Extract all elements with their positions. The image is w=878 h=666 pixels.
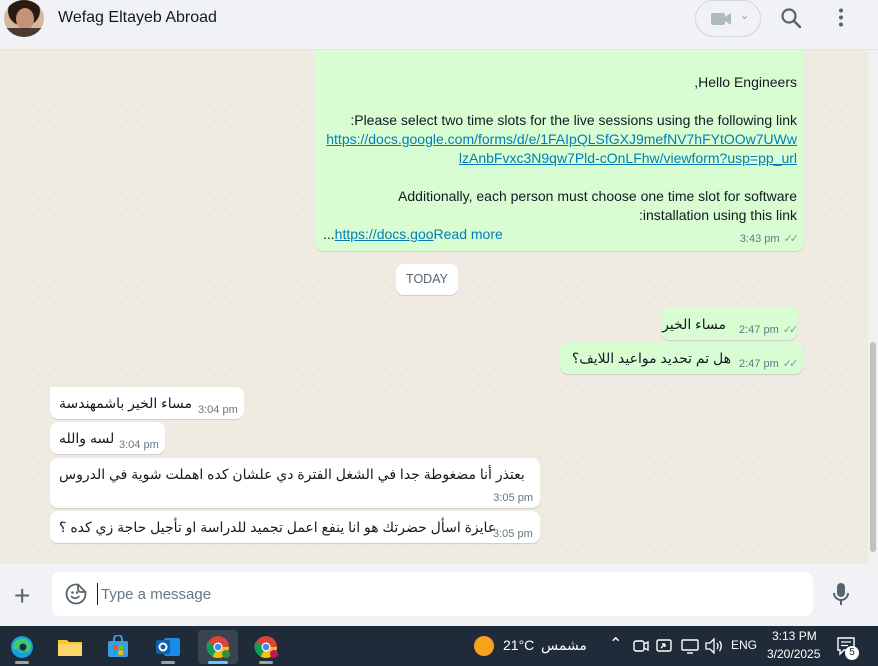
message-time: 2:47 pm (739, 324, 779, 336)
chrome-icon (254, 636, 278, 658)
message-text: هل تم تحديد مواعيد اللايف؟ (571, 350, 731, 366)
kebab-menu-icon (839, 8, 843, 27)
chrome-icon (206, 636, 230, 658)
volume-icon[interactable] (705, 638, 723, 654)
message-outgoing[interactable]: هل تم تحديد مواعيد اللايف؟ 2:47 pm ✓✓ (560, 342, 803, 374)
ellipsis: ... (323, 226, 335, 242)
meet-now-icon[interactable] (633, 638, 649, 654)
text-cursor (97, 583, 98, 605)
store-bag-icon (108, 635, 128, 657)
message-input[interactable] (101, 582, 701, 606)
message-time: 3:05 pm (493, 492, 533, 504)
composer: + (0, 564, 878, 626)
message-incoming[interactable]: بعتذر أنا مضغوطة جدا في الشغل الفترة دي … (50, 458, 540, 508)
message-time: 3:04 pm (198, 404, 238, 416)
chevron-down-icon: ⌄ (740, 10, 750, 22)
message-list[interactable]: ,Hello Engineers :Please select two time… (0, 50, 868, 564)
message-text: مساء الخير (662, 316, 726, 332)
form-link[interactable]: lzAnbFvxc3N9qw7Pld-cOnLFhw/viewform?usp=… (459, 150, 797, 166)
search-button[interactable] (779, 6, 803, 30)
message-input-box[interactable] (52, 572, 813, 616)
message-text: Additionally, each person must choose on… (398, 188, 797, 204)
message-outgoing[interactable]: ,Hello Engineers :Please select two time… (315, 50, 804, 251)
sun-weather-icon (474, 636, 494, 656)
message-time: 3:43 pm (739, 233, 780, 245)
attach-button[interactable]: + (14, 582, 30, 610)
date-divider: TODAY (396, 264, 458, 295)
weather-temperature[interactable]: 21°C (503, 637, 534, 653)
message-text: ,Hello Engineers (694, 74, 797, 90)
message-text: مساء الخير باشمهندسة (59, 395, 193, 411)
taskbar-chrome-profile[interactable] (246, 630, 286, 664)
folder-icon (58, 640, 82, 656)
message-incoming[interactable]: مساء الخير باشمهندسة 3:04 pm (50, 387, 244, 419)
message-time: 3:04 pm (119, 439, 159, 451)
search-icon (781, 8, 802, 29)
taskbar-microsoft-store[interactable] (98, 630, 138, 664)
contact-name[interactable]: Wefag Eltayeb Abroad (58, 9, 217, 27)
video-call-button[interactable]: ⌄ (695, 0, 761, 37)
network-icon[interactable] (681, 638, 699, 654)
notification-badge: 5 (845, 646, 859, 660)
message-incoming[interactable]: لسه والله 3:04 pm (50, 422, 165, 454)
edge-browser-icon (11, 636, 33, 658)
taskbar-edge[interactable] (2, 630, 42, 664)
contact-avatar[interactable] (4, 0, 44, 37)
message-text: بعتذر أنا مضغوطة جدا في الشغل الفترة دي … (59, 466, 525, 482)
double-check-icon: ✓✓ (782, 324, 799, 336)
microphone-icon[interactable] (832, 582, 850, 608)
message-text: عايزة اسأل حضرتك هو انا ينفع اعمل تجميد … (59, 519, 497, 535)
message-text: :Please select two time slots for the li… (350, 112, 797, 128)
message-outgoing[interactable]: مساء الخير 2:47 pm ✓✓ (661, 308, 799, 340)
sticker-emoji-icon[interactable] (65, 583, 87, 605)
message-text: :installation using this link (639, 207, 797, 223)
outlook-icon (156, 638, 180, 656)
chat-scrollbar[interactable] (868, 50, 878, 564)
read-more-button[interactable]: Read more (434, 226, 503, 242)
taskbar-file-explorer[interactable] (50, 630, 90, 664)
plus-icon: + (14, 580, 31, 611)
double-check-icon: ✓✓ (783, 233, 800, 245)
clock-time[interactable]: 3:13 PM (772, 629, 817, 643)
taskbar-outlook[interactable] (148, 630, 188, 664)
double-check-icon: ✓✓ (782, 358, 799, 370)
clock-date[interactable]: 3/20/2025 (767, 647, 820, 661)
screen-share-icon[interactable] (656, 638, 672, 654)
taskbar-chrome-active[interactable] (198, 630, 238, 664)
windows-taskbar: 21°C مشمس ⌃ ENG 3:13 PM 3/20/2025 5 (0, 626, 878, 666)
scrollbar-thumb[interactable] (870, 342, 876, 552)
chevron-up-icon[interactable]: ⌃ (609, 634, 622, 654)
menu-button[interactable] (829, 6, 853, 30)
chat-header: Wefag Eltayeb Abroad ⌄ (0, 0, 878, 50)
form-link[interactable]: https://docs.google.com/forms/d/e/1FAIpQ… (326, 131, 797, 147)
video-camera-icon (711, 13, 731, 25)
message-time: 2:47 pm (739, 358, 779, 370)
message-time: 3:05 pm (493, 528, 533, 540)
installation-link[interactable]: https://docs.goo (335, 226, 434, 242)
input-language[interactable]: ENG (731, 638, 757, 652)
message-incoming[interactable]: عايزة اسأل حضرتك هو انا ينفع اعمل تجميد … (50, 511, 540, 543)
weather-condition[interactable]: مشمس (541, 637, 587, 654)
message-text: لسه والله (59, 430, 115, 446)
